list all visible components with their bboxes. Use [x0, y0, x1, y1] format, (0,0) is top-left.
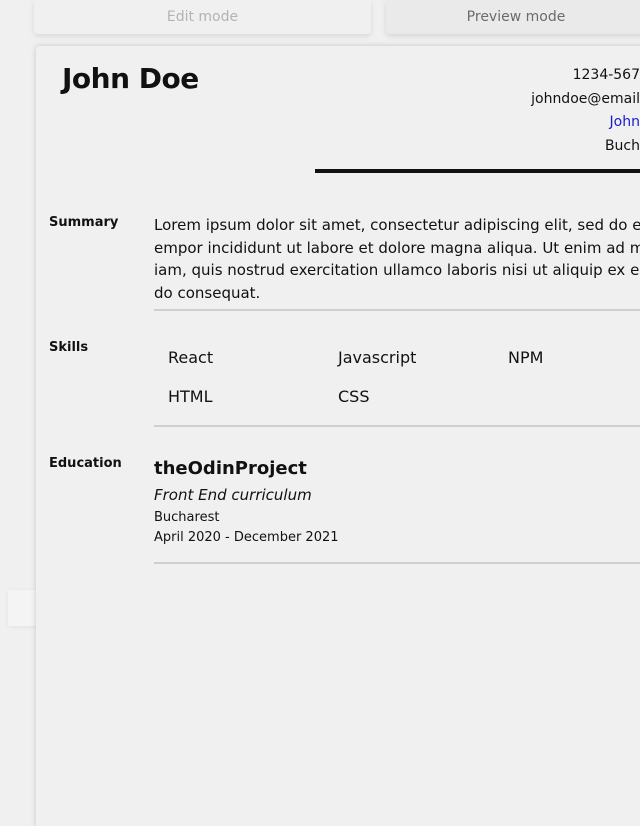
preview-mode-tab[interactable]: Preview mode [386, 0, 640, 34]
contact-location: Buch [604, 137, 640, 154]
contact-email: johndoe@email [531, 90, 640, 107]
contact-block: 1234-567 johndoe@email John Buch [531, 64, 640, 158]
skills-list: React Javascript NPM HTML CSS [168, 346, 640, 430]
education-location: Bucharest [154, 510, 220, 525]
skill-item: HTML [168, 387, 213, 406]
mode-tabs: Edit mode Preview mode [0, 0, 640, 34]
skill-item: NPM [508, 348, 544, 367]
education-dates: April 2020 - December 2021 [154, 530, 339, 545]
education-degree: Front End curriculum [154, 486, 312, 504]
education-divider [154, 562, 640, 564]
header-divider [315, 169, 640, 173]
edit-mode-tab[interactable]: Edit mode [34, 0, 371, 34]
skill-item: CSS [338, 387, 370, 406]
summary-text: Lorem ipsum dolor sit amet, consectetur … [154, 216, 640, 302]
education-school: theOdinProject [154, 458, 307, 479]
skills-divider [154, 425, 640, 427]
education-label: Education [49, 456, 122, 471]
skills-label: Skills [49, 340, 89, 355]
clipped-text-fragment [158, 625, 182, 628]
resume-name: John Doe [62, 62, 199, 95]
resume-preview: John Doe 1234-567 johndoe@email John Buc… [36, 46, 640, 826]
contact-link[interactable]: John [531, 111, 640, 135]
contact-phone: 1234-567 [572, 67, 640, 83]
skill-item: React [168, 348, 214, 367]
summary-label: Summary [49, 215, 119, 230]
summary-divider [154, 309, 640, 311]
side-panel-stub [8, 590, 38, 626]
skill-item: Javascript [338, 348, 417, 367]
